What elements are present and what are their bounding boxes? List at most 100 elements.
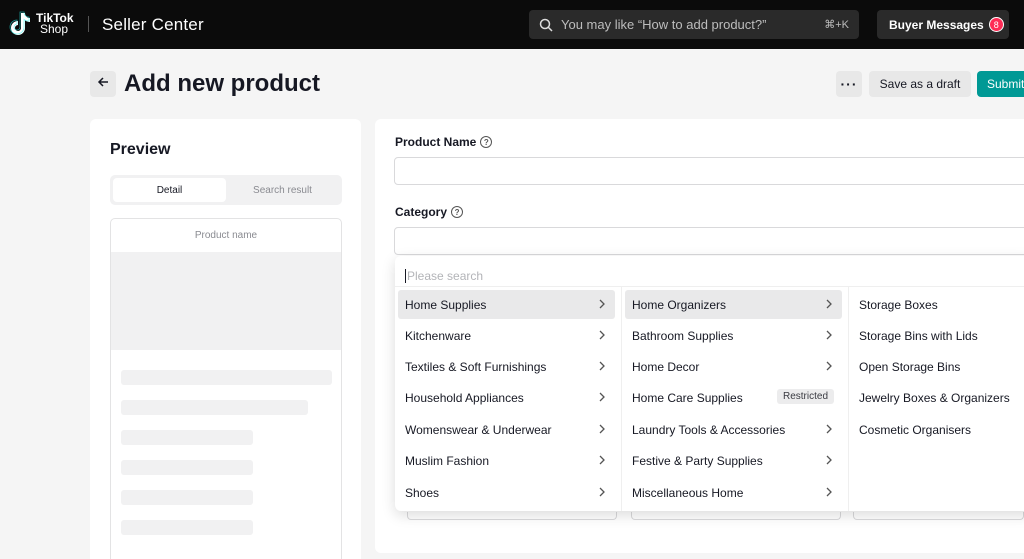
app-title: Seller Center — [102, 15, 204, 34]
product-name-label-text: Product Name — [395, 135, 477, 149]
chevron-right-icon — [599, 299, 605, 309]
option-label: Open Storage Bins — [859, 359, 961, 374]
buyer-messages-button[interactable]: Buyer Messages 8 — [877, 10, 1009, 39]
option-label: Home Care Supplies — [632, 390, 743, 405]
product-preview: Product name — [110, 218, 342, 559]
category-option[interactable]: Muslim Fashion — [398, 446, 615, 475]
option-label: Home Decor — [632, 359, 700, 374]
chevron-right-icon — [599, 392, 605, 402]
category-option[interactable]: Home Care Supplies Restricted — [625, 383, 842, 412]
back-button[interactable] — [90, 71, 116, 97]
logo-line-2: Shop — [40, 22, 69, 36]
chevron-right-icon — [599, 455, 605, 465]
category-dropdown: Please search Home Supplies Kitchenware … — [395, 256, 1024, 511]
option-label: Muslim Fashion — [405, 453, 490, 468]
category-option[interactable]: Bathroom Supplies — [625, 321, 842, 350]
category-option[interactable]: Open Storage Bins Re — [852, 352, 1024, 381]
category-option[interactable]: Home Supplies — [398, 290, 615, 319]
restricted-badge: Restricted — [776, 389, 834, 404]
category-option[interactable]: Shoes — [398, 478, 615, 507]
option-label: Kitchenware — [405, 328, 472, 343]
tab-detail[interactable]: Detail — [113, 178, 226, 202]
message-count-badge: 8 — [988, 17, 1004, 32]
chevron-right-icon — [826, 299, 832, 309]
skeleton-line — [121, 400, 308, 415]
tiktok-shop-logo[interactable]: TikTok Shop — [8, 11, 74, 37]
category-option[interactable]: Womenswear & Underwear — [398, 415, 615, 444]
page-title: Add new product — [124, 70, 320, 97]
skeleton-line — [121, 370, 332, 385]
hidden-field-edge — [631, 512, 841, 520]
chevron-right-icon — [826, 361, 832, 371]
option-label: Miscellaneous Home — [632, 485, 744, 500]
chevron-right-icon — [599, 330, 605, 340]
option-label: Womenswear & Underwear — [405, 422, 552, 437]
skeleton-line — [121, 460, 253, 475]
category-select[interactable] — [394, 227, 1024, 255]
category-level-1: Home Supplies Kitchenware Textiles & Sof… — [395, 286, 622, 511]
buyer-messages-label: Buyer Messages — [889, 17, 984, 32]
search-shortcut: ⌘+K — [824, 19, 849, 31]
hidden-field-edge — [853, 512, 1024, 520]
preview-product-name: Product name — [194, 230, 258, 241]
help-circle-icon[interactable]: ? — [480, 136, 493, 148]
category-level-3: Storage Boxes Storage Bins with Lids Re … — [849, 286, 1024, 511]
chevron-right-icon — [599, 361, 605, 371]
option-label: Cosmetic Organisers — [859, 422, 972, 437]
preview-tab-switch: Detail Search result — [110, 175, 342, 205]
more-options-button[interactable]: ··· — [836, 71, 862, 97]
category-option[interactable]: Storage Bins with Lids Re — [852, 321, 1024, 350]
category-option[interactable]: Textiles & Soft Furnishings — [398, 352, 615, 381]
hidden-field-edge — [407, 512, 617, 520]
option-label: Home Supplies — [405, 297, 487, 312]
top-bar: TikTok Shop Seller Center You may like “… — [0, 0, 1024, 49]
skeleton-line — [121, 490, 253, 505]
save-draft-button[interactable]: Save as a draft — [869, 71, 971, 97]
chevron-right-icon — [826, 424, 832, 434]
category-option[interactable]: Kitchenware — [398, 321, 615, 350]
category-level-2: Home Organizers Bathroom Supplies Home D… — [622, 286, 849, 511]
option-label: Laundry Tools & Accessories — [632, 422, 786, 437]
category-option[interactable]: Cosmetic Organisers — [852, 415, 1024, 444]
category-option[interactable]: Home Organizers — [625, 290, 842, 319]
product-name-label: Product Name ? — [395, 135, 493, 149]
chevron-right-icon — [599, 424, 605, 434]
global-search-input[interactable]: You may like “How to add product?” ⌘+K — [529, 10, 859, 39]
category-option[interactable]: Household Appliances — [398, 383, 615, 412]
option-label: Storage Bins with Lids — [859, 328, 978, 343]
category-label: Category ? — [395, 205, 464, 219]
search-icon — [539, 18, 553, 32]
submit-button[interactable]: Submit — [977, 71, 1024, 97]
chevron-right-icon — [826, 455, 832, 465]
product-name-input[interactable] — [394, 157, 1024, 185]
category-option[interactable]: Miscellaneous Home — [625, 478, 842, 507]
skeleton-line — [121, 430, 253, 445]
option-label: Shoes — [405, 485, 440, 500]
category-option[interactable]: Festive & Party Supplies — [625, 446, 842, 475]
option-label: Bathroom Supplies — [632, 328, 734, 343]
category-label-text: Category — [395, 205, 448, 219]
header-divider — [88, 16, 89, 32]
chevron-right-icon — [826, 330, 832, 340]
category-search-placeholder: Please search — [407, 269, 484, 283]
category-option[interactable]: Home Decor — [625, 352, 842, 381]
option-label: Home Organizers — [632, 297, 727, 312]
category-option[interactable]: Storage Boxes — [852, 290, 1024, 319]
chevron-right-icon — [826, 487, 832, 497]
tiktok-logo-icon — [8, 11, 32, 37]
option-label: Festive & Party Supplies — [632, 453, 763, 468]
preview-title: Preview — [110, 141, 171, 158]
tab-search-result[interactable]: Search result — [226, 178, 339, 202]
logo-text: TikTok Shop — [36, 12, 74, 36]
preview-panel: Preview Detail Search result Product nam… — [90, 119, 361, 559]
skeleton-line — [121, 520, 253, 535]
chevron-right-icon — [599, 487, 605, 497]
category-option[interactable]: Laundry Tools & Accessories — [625, 415, 842, 444]
arrow-left-icon — [97, 75, 109, 93]
category-search-input[interactable]: Please search — [405, 264, 1024, 288]
search-placeholder: You may like “How to add product?” — [561, 17, 767, 32]
help-circle-icon[interactable]: ? — [451, 206, 464, 218]
category-option[interactable]: Jewelry Boxes & Organizers — [852, 383, 1024, 412]
text-cursor — [405, 269, 406, 283]
preview-image-placeholder — [111, 252, 341, 350]
